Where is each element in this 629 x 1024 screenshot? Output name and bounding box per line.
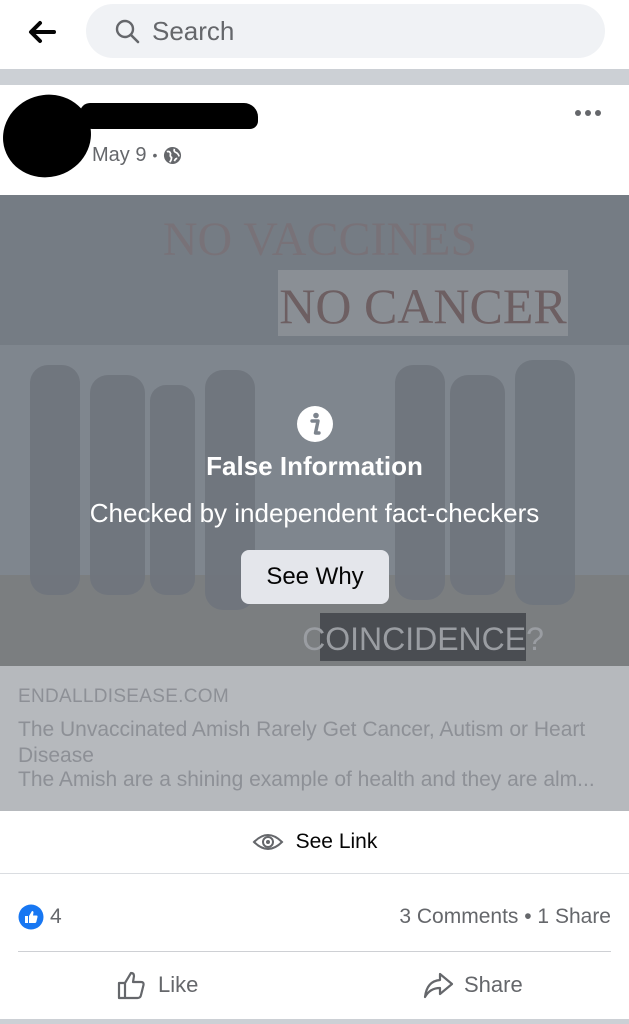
link-preview[interactable]: ENDALLDISEASE.COM The Unvaccinated Amish… — [0, 666, 629, 811]
link-domain: ENDALLDISEASE.COM — [18, 686, 229, 707]
post-meta: May 9 • — [92, 142, 182, 168]
search-icon — [115, 19, 140, 44]
like-count[interactable]: 4 — [50, 905, 62, 929]
reaction-stats: 4 3 Comments • 1 Share — [0, 874, 629, 952]
globe-icon — [164, 146, 182, 164]
share-arrow-icon — [423, 972, 454, 999]
warning-title: False Information — [206, 451, 423, 481]
author-name-redacted[interactable] — [80, 103, 258, 129]
thumbs-up-icon — [117, 971, 145, 1000]
share-label: Share — [464, 972, 523, 997]
post-actions: Like Share — [0, 953, 629, 1019]
image-text-bottom: COINCIDENCE? — [302, 621, 544, 657]
share-button[interactable]: Share — [422, 965, 523, 1005]
eye-icon — [252, 834, 284, 850]
top-bar — [0, 0, 629, 69]
like-label: Like — [158, 972, 199, 997]
link-description: The Amish are a shining example of healt… — [18, 768, 595, 791]
see-link-label: See Link — [295, 830, 378, 853]
search-bar[interactable] — [86, 4, 605, 58]
stats-divider — [18, 951, 611, 952]
search-input[interactable] — [152, 14, 572, 48]
section-divider — [0, 69, 629, 85]
avatar[interactable] — [0, 83, 102, 189]
image-text-mid: NO CANCER — [279, 278, 567, 334]
see-link-button[interactable]: See Link — [0, 811, 629, 874]
like-reaction-icon[interactable] — [18, 904, 44, 930]
section-divider-bottom — [0, 1019, 629, 1024]
meta-separator: • — [152, 147, 158, 163]
link-title: The Unvaccinated Amish Rarely Get Cancer… — [18, 718, 586, 767]
back-arrow-icon[interactable] — [26, 16, 58, 48]
see-why-button[interactable]: See Why — [241, 550, 389, 604]
post-header: May 9 • — [0, 83, 629, 195]
more-options-icon[interactable] — [572, 103, 604, 123]
warning-subtitle: Checked by independent fact-checkers — [89, 498, 540, 528]
info-icon — [297, 406, 333, 442]
post-date[interactable]: May 9 — [92, 144, 146, 167]
image-text-top: NO VACCINES — [163, 213, 477, 266]
comments-shares-count[interactable]: 3 Comments • 1 Share — [399, 905, 611, 929]
post-image-obscured[interactable]: NO VACCINES NO CANCER COINCIDENCE? False… — [0, 195, 629, 666]
like-button[interactable]: Like — [116, 965, 198, 1005]
